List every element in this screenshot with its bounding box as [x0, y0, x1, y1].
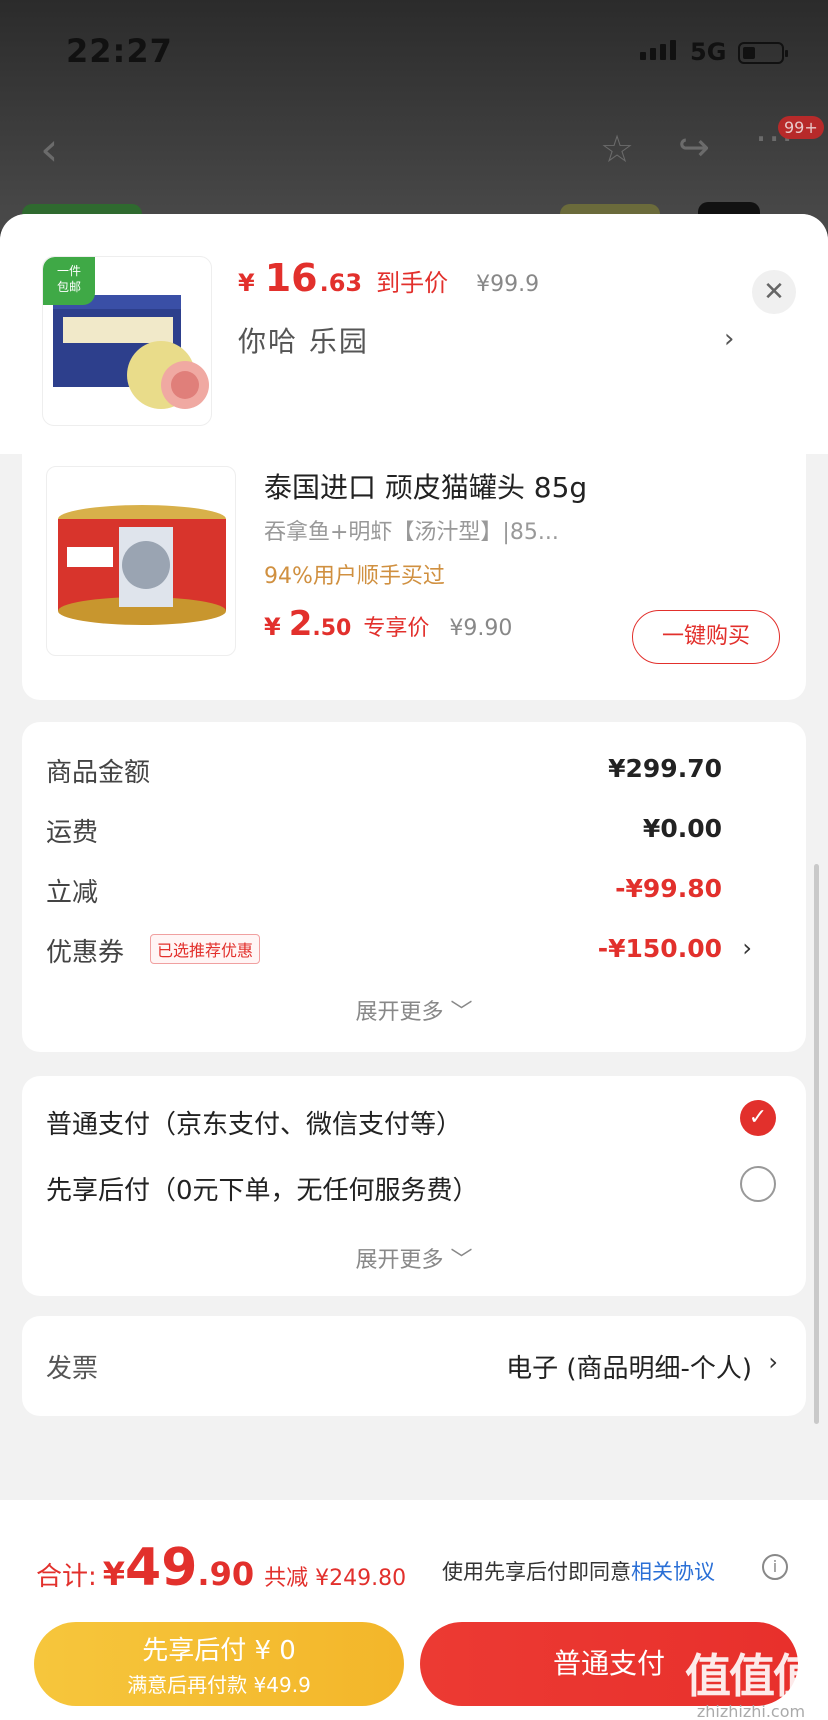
agreement-text: 使用先享后付即同意相关协议: [442, 1556, 715, 1586]
price-decimal: .63: [319, 269, 363, 297]
summary-row-shipping: 运费 ¥0.00: [46, 812, 782, 852]
invoice-value: 电子 (商品明细-个人): [506, 1354, 752, 1384]
original-price: ¥99.9: [476, 272, 540, 297]
one-click-buy-button[interactable]: 一键购买: [632, 610, 780, 664]
radio-checked-icon[interactable]: ✓: [740, 1100, 776, 1136]
summary-value: ¥299.70: [608, 754, 722, 783]
total-decimal: .90: [197, 1555, 255, 1593]
payment-option-standard[interactable]: 普通支付（京东支付、微信支付等） ✓: [46, 1100, 782, 1144]
free-shipping-tag: 一件 包邮: [43, 257, 95, 305]
chevron-right-icon[interactable]: ›: [768, 1348, 778, 1376]
summary-row-subtotal: 商品金额 ¥299.70: [46, 752, 782, 792]
agreement-prefix: 使用先享后付即同意: [442, 1560, 631, 1584]
scrollbar[interactable]: [814, 864, 819, 1424]
coupon-badge: 已选推荐优惠: [150, 934, 261, 964]
signal-icon: [640, 40, 676, 60]
pay-later-button[interactable]: 先享后付 ¥ 0 满意后再付款 ¥49.9: [34, 1622, 404, 1706]
payment-method-card: 普通支付（京东支付、微信支付等） ✓ 先享后付（0元下单，无任何服务费） 展开更…: [22, 1076, 806, 1296]
total-saved: 共减 ¥249.80: [264, 1566, 407, 1591]
summary-label: 商品金额: [46, 758, 151, 788]
expand-more-button[interactable]: 展开更多 ﹀: [22, 994, 806, 1026]
total-label: 合计:: [36, 1562, 97, 1592]
status-time: 22:27: [66, 32, 173, 70]
sheet-header: 一件 包邮 ¥ 16 .63 到手价 ¥99.9 你哈 乐园 › ✕: [0, 214, 828, 454]
social-proof: 94%用户顺手买过: [264, 564, 445, 589]
price-label: 专享价: [363, 616, 430, 641]
payment-option-pay-later[interactable]: 先享后付（0元下单，无任何服务费）: [46, 1166, 782, 1210]
price-label: 到手价: [376, 269, 449, 297]
watermark-url: zhizhizhi.com: [696, 1702, 806, 1720]
site-watermark: 值值值 zhizhizhi.com: [676, 1640, 826, 1720]
back-icon[interactable]: ‹: [40, 126, 58, 172]
battery-icon: [738, 42, 788, 64]
nav-bar: ‹ ☆ ↪ ··· 99+: [0, 110, 828, 190]
pay-later-label: 先享后付 ¥ 0: [142, 1636, 296, 1666]
agreement-link[interactable]: 相关协议: [631, 1560, 715, 1584]
price-integer: 2: [288, 604, 313, 644]
summary-row-coupon[interactable]: 优惠券 已选推荐优惠 -¥150.00 ›: [46, 932, 782, 972]
share-icon[interactable]: ↪: [678, 128, 710, 166]
info-icon[interactable]: i: [762, 1554, 788, 1580]
price-integer: 16: [264, 256, 318, 300]
summary-value: -¥150.00: [597, 934, 722, 963]
product-title[interactable]: 泰国进口 顽皮猫罐头 85g: [264, 466, 587, 506]
summary-label: 优惠券: [46, 938, 125, 968]
total-integer: 49: [125, 1538, 198, 1598]
pay-later-sublabel: 满意后再付款 ¥49.9: [127, 1673, 311, 1697]
summary-label: 立减: [46, 878, 99, 908]
currency-symbol: ¥: [264, 613, 281, 641]
header-price: ¥ 16 .63 到手价 ¥99.9: [238, 256, 539, 300]
summary-label: 运费: [46, 818, 99, 848]
product-image[interactable]: [46, 466, 236, 656]
expand-more-button[interactable]: 展开更多 ﹀: [22, 1242, 806, 1274]
order-summary-card: 商品金额 ¥299.70 运费 ¥0.00 立减 -¥99.80 优惠券 已选推…: [22, 722, 806, 1052]
chevron-right-icon[interactable]: ›: [724, 324, 734, 354]
close-button[interactable]: ✕: [752, 270, 796, 314]
payment-option-label: 普通支付（京东支付、微信支付等）: [46, 1110, 463, 1140]
original-price: ¥9.90: [449, 616, 513, 641]
product-price: ¥ 2 .50 专享价 ¥9.90: [264, 604, 512, 644]
summary-value: -¥99.80: [615, 874, 722, 903]
invoice-label: 发票: [46, 1354, 99, 1384]
network-label: 5G: [690, 38, 727, 66]
status-bar: 22:27 5G: [0, 0, 828, 100]
currency-symbol: ¥: [102, 1555, 126, 1593]
summary-value: ¥0.00: [642, 814, 722, 843]
total-price: 合计: ¥ 49 .90 共减 ¥249.80: [36, 1538, 406, 1598]
store-name[interactable]: 你哈 乐园: [238, 320, 369, 360]
summary-row-discount: 立减 -¥99.80: [46, 872, 782, 912]
recommended-product-card: 泰国进口 顽皮猫罐头 85g 吞拿鱼+明虾【汤汁型】|85... 94%用户顺手…: [22, 444, 806, 700]
product-thumbnail: 一件 包邮: [42, 256, 212, 426]
chevron-right-icon[interactable]: ›: [742, 934, 752, 962]
currency-symbol: ¥: [238, 269, 255, 297]
watermark-logo: 值值值: [685, 1649, 819, 1703]
notification-badge: 99+: [778, 116, 824, 139]
radio-unchecked-icon[interactable]: [740, 1166, 776, 1202]
payment-option-label: 先享后付（0元下单，无任何服务费）: [46, 1176, 479, 1206]
cat-can-image: [58, 505, 226, 625]
product-spec: 吞拿鱼+明虾【汤汁型】|85...: [264, 520, 559, 545]
checkout-sheet: 一件 包邮 ¥ 16 .63 到手价 ¥99.9 你哈 乐园 › ✕ 泰国进口 …: [0, 214, 828, 1720]
price-decimal: .50: [312, 616, 352, 641]
invoice-card[interactable]: 发票 电子 (商品明细-个人) ›: [22, 1316, 806, 1416]
star-icon[interactable]: ☆: [600, 130, 634, 168]
